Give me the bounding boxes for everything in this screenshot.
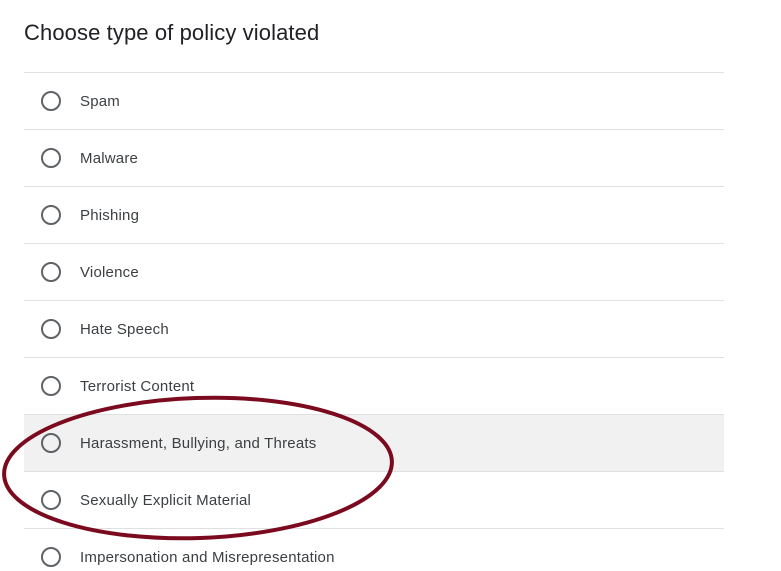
option-spam[interactable]: Spam [24, 73, 724, 130]
radio-button[interactable] [41, 376, 61, 396]
option-hate-speech[interactable]: Hate Speech [24, 301, 724, 358]
option-label: Phishing [80, 206, 140, 224]
option-phishing[interactable]: Phishing [24, 187, 724, 244]
page-title: Choose type of policy violated [24, 20, 320, 45]
option-label: Harassment, Bullying, and Threats [80, 434, 317, 452]
option-label: Spam [80, 92, 120, 110]
option-label: Hate Speech [80, 320, 169, 338]
option-label: Malware [80, 149, 139, 167]
option-label: Terrorist Content [80, 377, 195, 395]
option-terrorist-content[interactable]: Terrorist Content [24, 358, 724, 415]
option-violence[interactable]: Violence [24, 244, 724, 301]
option-impersonation[interactable]: Impersonation and Misrepresentation [24, 529, 724, 571]
radio-button[interactable] [41, 319, 61, 339]
policy-options-list: Spam Malware Phishing Violence Hate Spee… [24, 72, 724, 571]
radio-button[interactable] [41, 262, 61, 282]
radio-button[interactable] [41, 547, 61, 567]
policy-chooser-page: Choose type of policy violated Spam Malw… [0, 0, 781, 571]
option-label: Impersonation and Misrepresentation [80, 548, 335, 566]
radio-button[interactable] [41, 490, 61, 510]
option-malware[interactable]: Malware [24, 130, 724, 187]
radio-button[interactable] [41, 433, 61, 453]
option-sexually-explicit[interactable]: Sexually Explicit Material [24, 472, 724, 529]
radio-button[interactable] [41, 205, 61, 225]
option-harassment[interactable]: Harassment, Bullying, and Threats [24, 415, 724, 472]
radio-button[interactable] [41, 148, 61, 168]
option-label: Sexually Explicit Material [80, 491, 252, 509]
option-label: Violence [80, 263, 139, 281]
radio-button[interactable] [41, 91, 61, 111]
